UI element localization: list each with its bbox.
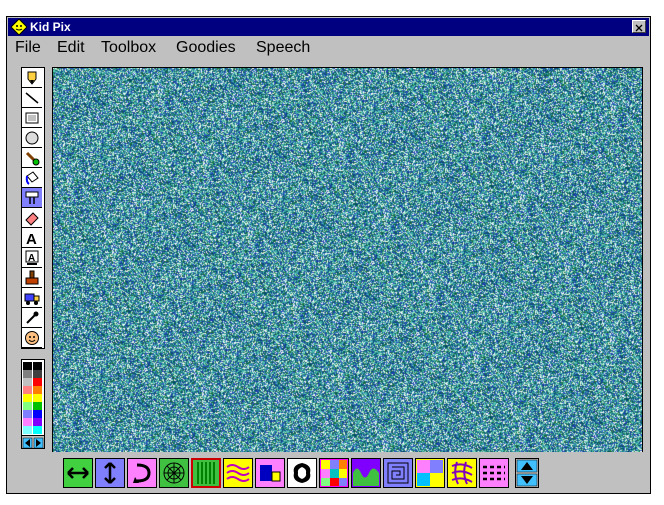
tool-column: AA — [21, 67, 45, 349]
alphabet-stamp-tool-icon[interactable]: A — [22, 248, 42, 268]
palette-swatch[interactable] — [33, 394, 42, 402]
palette-swatch[interactable] — [23, 386, 32, 394]
undo-guy-tool-icon[interactable] — [22, 328, 42, 348]
option-stripes-icon[interactable] — [191, 458, 221, 488]
option-maze-pattern-icon[interactable] — [383, 458, 413, 488]
palette-swatch[interactable] — [23, 362, 32, 370]
option-flip-vertical-icon[interactable] — [95, 458, 125, 488]
eyedropper-tool-icon[interactable] — [22, 308, 42, 328]
pencil-tool-icon[interactable] — [22, 68, 42, 88]
menu-file[interactable]: File — [15, 37, 41, 59]
options-scroll-arrows[interactable] — [515, 458, 539, 488]
option-color-blocks-icon[interactable] — [415, 458, 445, 488]
option-checker-pattern-icon[interactable] — [319, 458, 349, 488]
palette-right-column — [33, 362, 42, 434]
option-flip-horizontal-icon[interactable] — [63, 458, 93, 488]
text-tool-icon[interactable]: A — [22, 228, 42, 248]
menu-edit[interactable]: Edit — [57, 37, 85, 59]
svg-text:A: A — [26, 231, 37, 246]
option-web-icon[interactable] — [159, 458, 189, 488]
palette-swatch[interactable] — [23, 394, 32, 402]
kid-pix-app-icon[interactable] — [10, 18, 28, 36]
palette-swatch[interactable] — [23, 378, 32, 386]
tool-options — [63, 458, 511, 490]
palette-swatch[interactable] — [23, 426, 32, 434]
wacky-brush-tool-icon[interactable] — [22, 148, 42, 168]
palette-swatch[interactable] — [33, 378, 42, 386]
title-bar[interactable]: Kid Pix — [8, 18, 649, 36]
oval-tool-icon[interactable] — [22, 128, 42, 148]
option-shape-square-icon[interactable] — [255, 458, 285, 488]
rubber-stamp-tool-icon[interactable] — [22, 268, 42, 288]
option-waves-icon[interactable] — [223, 458, 253, 488]
line-tool-icon[interactable] — [22, 88, 42, 108]
menu-toolbox[interactable]: Toolbox — [101, 37, 156, 59]
electric-mixer-tool-icon[interactable] — [22, 188, 42, 208]
menu-goodies[interactable]: Goodies — [176, 37, 236, 59]
palette-swatch[interactable] — [23, 370, 32, 378]
tool-options-bar — [8, 452, 649, 492]
palette-swatch[interactable] — [33, 362, 42, 370]
palette-swatch[interactable] — [33, 370, 42, 378]
window-title: Kid Pix — [30, 20, 71, 34]
close-icon[interactable] — [632, 20, 646, 33]
palette-swatch[interactable] — [33, 386, 42, 394]
color-palette — [21, 359, 45, 449]
palette-swatch[interactable] — [33, 418, 42, 426]
option-grid-scramble-icon[interactable] — [447, 458, 477, 488]
palette-swatch[interactable] — [23, 418, 32, 426]
drawing-canvas[interactable] — [52, 67, 643, 456]
option-dashed-lines-icon[interactable] — [479, 458, 509, 488]
eraser-tool-icon[interactable] — [22, 208, 42, 228]
option-butterfly-pattern-icon[interactable] — [287, 458, 317, 488]
palette-scroll[interactable] — [22, 435, 44, 449]
option-wave-fill-icon[interactable] — [351, 458, 381, 488]
moving-van-tool-icon[interactable] — [22, 288, 42, 308]
option-rotate-icon[interactable] — [127, 458, 157, 488]
palette-swatch[interactable] — [33, 426, 42, 434]
palette-left-column — [23, 362, 32, 434]
left-toolbox: AA — [19, 67, 49, 452]
kid-pix-window: Kid Pix File Edit Toolbox Goodies Speech… — [6, 16, 651, 494]
menu-speech[interactable]: Speech — [256, 37, 310, 59]
palette-swatch[interactable] — [33, 402, 42, 410]
paint-can-tool-icon[interactable] — [22, 168, 42, 188]
palette-swatch[interactable] — [23, 410, 32, 418]
rectangle-tool-icon[interactable] — [22, 108, 42, 128]
palette-swatch[interactable] — [23, 402, 32, 410]
palette-swatch[interactable] — [33, 410, 42, 418]
menu-bar: File Edit Toolbox Goodies Speech — [8, 37, 649, 59]
svg-text:A: A — [28, 253, 35, 264]
